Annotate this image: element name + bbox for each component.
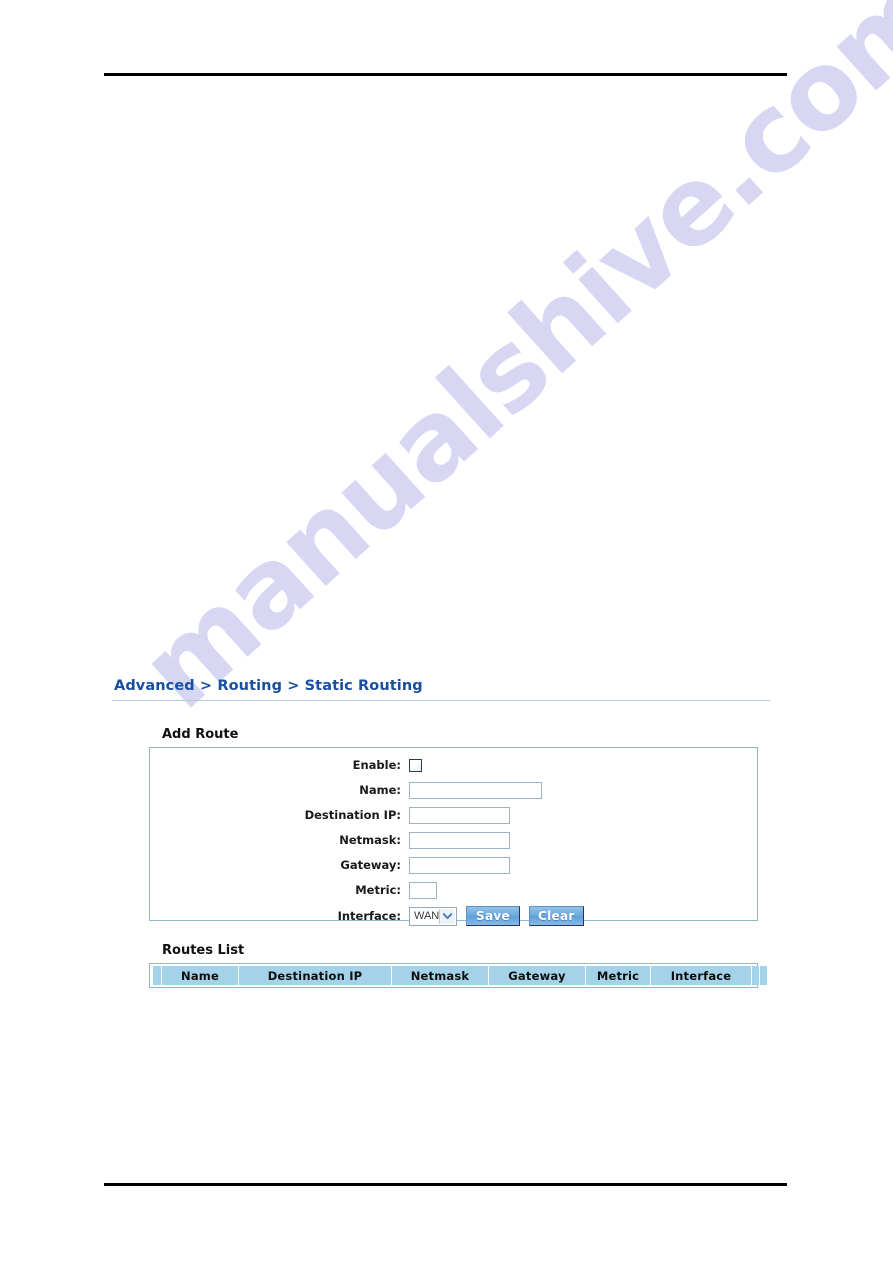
column-header-gateway: Gateway	[489, 966, 585, 985]
routes-list-section-title: Routes List	[162, 943, 245, 958]
column-header-netmask: Netmask	[392, 966, 488, 985]
interface-select-value: WAN	[414, 910, 440, 922]
column-header-name: Name	[162, 966, 238, 985]
add-route-section-title: Add Route	[162, 727, 239, 742]
netmask-label: Netmask:	[339, 833, 401, 847]
column-spacer-left	[153, 966, 161, 985]
breadcrumb-divider	[112, 700, 770, 701]
routes-table-header-row: Name Destination IP Netmask Gateway Metr…	[153, 966, 767, 985]
name-input[interactable]	[409, 781, 542, 799]
routes-list-table-wrapper: Name Destination IP Netmask Gateway Metr…	[149, 963, 767, 988]
column-spacer-right-1	[752, 966, 759, 985]
routes-table: Name Destination IP Netmask Gateway Metr…	[152, 966, 768, 985]
column-header-metric: Metric	[586, 966, 650, 985]
clear-button[interactable]: Clear	[529, 906, 584, 926]
form-row-destination-ip: Destination IP:	[150, 804, 759, 826]
chevron-down-icon	[439, 908, 455, 924]
gateway-label: Gateway:	[340, 858, 401, 872]
interface-label: Interface:	[337, 909, 401, 923]
column-header-destination-ip: Destination IP	[239, 966, 391, 985]
name-label: Name:	[359, 783, 401, 797]
netmask-input[interactable]	[409, 831, 510, 849]
interface-select[interactable]: WAN	[409, 906, 457, 926]
destination-ip-label: Destination IP:	[304, 808, 401, 822]
form-row-metric: Metric:	[150, 879, 759, 901]
form-row-interface: Interface: WAN Save Clear	[150, 905, 759, 927]
enable-checkbox[interactable]	[409, 758, 422, 772]
save-button[interactable]: Save	[466, 906, 520, 926]
breadcrumb: Advanced > Routing > Static Routing	[114, 678, 423, 694]
form-row-netmask: Netmask:	[150, 829, 759, 851]
column-header-interface: Interface	[651, 966, 751, 985]
gateway-input[interactable]	[409, 856, 510, 874]
form-row-name: Name:	[150, 779, 759, 801]
metric-input[interactable]	[409, 881, 437, 899]
add-route-panel: Enable: Name: Destination IP: Netmask: G…	[149, 747, 758, 926]
add-route-form: Enable: Name: Destination IP: Netmask: G…	[150, 748, 759, 927]
column-spacer-right-2	[760, 966, 767, 985]
page-content: Advanced > Routing > Static Routing Add …	[0, 0, 893, 1262]
destination-ip-input[interactable]	[409, 806, 510, 824]
enable-label: Enable:	[352, 758, 401, 772]
form-row-gateway: Gateway:	[150, 854, 759, 876]
form-row-enable: Enable:	[150, 754, 759, 776]
metric-label: Metric:	[355, 883, 401, 897]
